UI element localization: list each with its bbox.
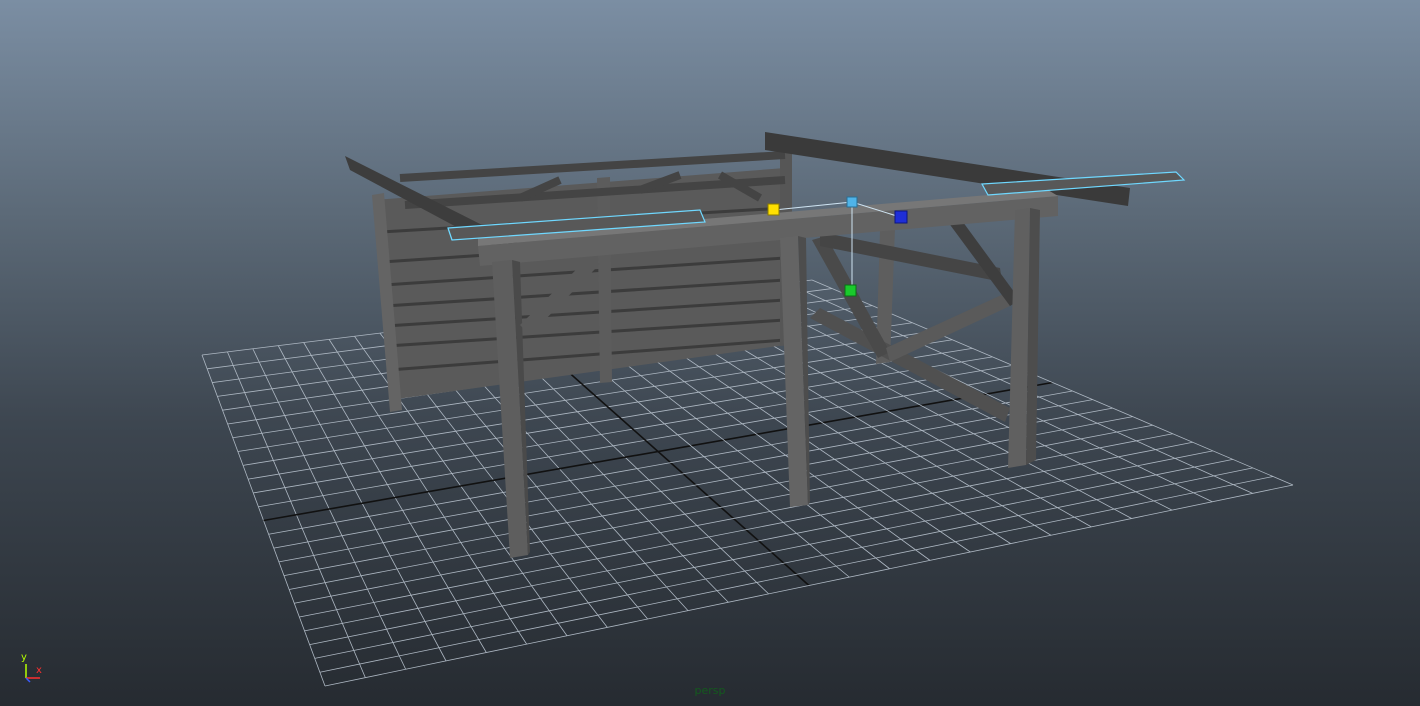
grid-line xyxy=(309,458,1233,646)
xyz-axis-gizmo-icon: y x xyxy=(16,650,50,684)
handle-yellow[interactable] xyxy=(767,203,780,216)
grid-line xyxy=(283,416,1133,577)
handle-green[interactable] xyxy=(844,284,857,297)
grid-line xyxy=(314,467,1253,659)
camera-name-label: persp xyxy=(694,684,726,697)
grid-line xyxy=(304,450,1213,632)
axis-x-label: x xyxy=(36,665,42,676)
grid-line xyxy=(268,390,1073,535)
right-lower-beam[interactable] xyxy=(810,308,1010,422)
grid-line xyxy=(299,441,1193,618)
right-top-beam[interactable] xyxy=(765,132,1130,206)
perspective-viewport[interactable]: y x persp xyxy=(0,0,1420,706)
handle-cyan[interactable] xyxy=(846,196,858,208)
right-diagonal-brace-b[interactable] xyxy=(886,292,1010,362)
scene-canvas[interactable] xyxy=(0,0,1420,706)
grid-line xyxy=(324,484,1294,687)
axis-y-label: y xyxy=(21,652,27,663)
handle-blue[interactable] xyxy=(894,210,908,224)
right-wall-frame[interactable] xyxy=(810,218,1020,422)
grid-line xyxy=(278,407,1113,563)
grid-line xyxy=(294,433,1173,604)
grid-axis-x xyxy=(263,381,1053,522)
